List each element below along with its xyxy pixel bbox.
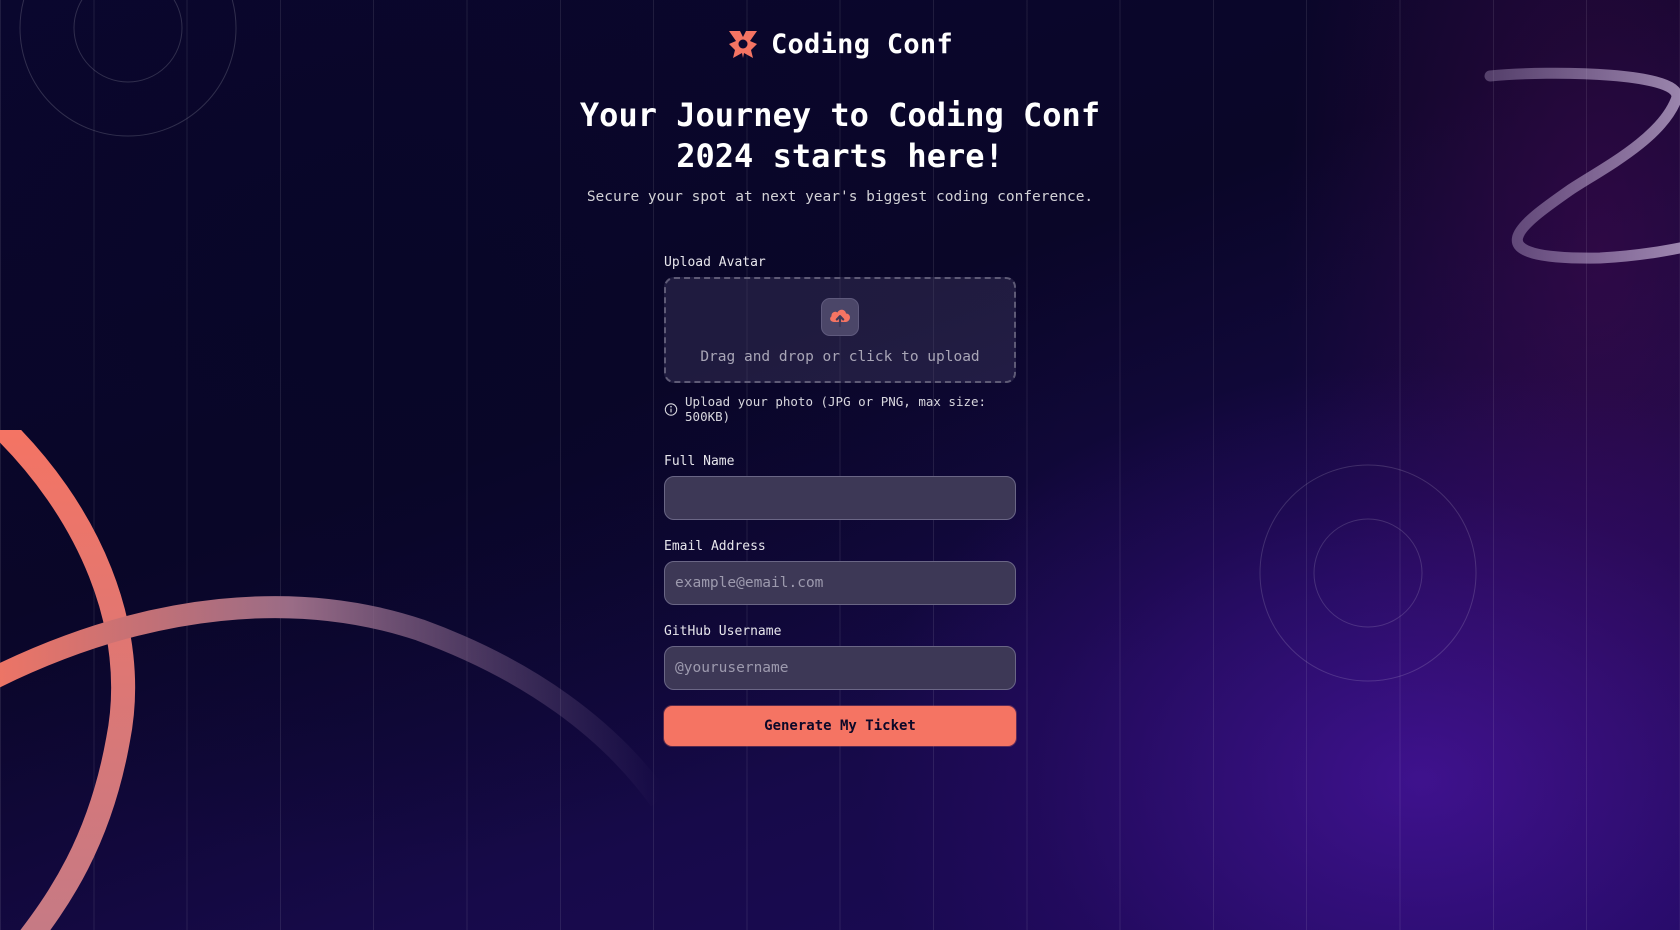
page-title: Your Journey to Coding Conf 2024 starts …: [0, 95, 1680, 177]
avatar-hint: Upload your photo (JPG or PNG, max size:…: [664, 394, 1016, 424]
github-field: GitHub Username: [664, 624, 1016, 690]
generate-ticket-button[interactable]: Generate My Ticket: [664, 706, 1016, 746]
dropzone-text: Drag and drop or click to upload: [700, 348, 980, 365]
github-username-input[interactable]: [664, 646, 1016, 690]
email-field: Email Address: [664, 539, 1016, 605]
avatar-dropzone[interactable]: Drag and drop or click to upload: [664, 277, 1016, 383]
page-title-line-2: 2024 starts here!: [676, 137, 1004, 175]
email-input[interactable]: [664, 561, 1016, 605]
github-label: GitHub Username: [664, 624, 782, 639]
avatar-field: Upload Avatar Drag and drop or click to …: [664, 255, 1016, 424]
full-name-label: Full Name: [664, 454, 735, 469]
email-label: Email Address: [664, 539, 766, 554]
full-name-field: Full Name: [664, 454, 1016, 520]
full-name-input[interactable]: [664, 476, 1016, 520]
brand-name: Coding Conf: [770, 28, 954, 60]
page-title-line-1: Your Journey to Coding Conf: [579, 96, 1101, 134]
ticket-form: Upload Avatar Drag and drop or click to …: [664, 255, 1016, 746]
decorative-circles-right: [1259, 464, 1477, 682]
avatar-hint-text: Upload your photo (JPG or PNG, max size:…: [685, 394, 987, 424]
decorative-arcs-bottom-left: [0, 430, 669, 930]
page-subtitle: Secure your spot at next year's biggest …: [586, 189, 1094, 205]
cloud-upload-icon[interactable]: [821, 297, 859, 336]
logo-mark-icon: [728, 31, 757, 58]
avatar-label: Upload Avatar: [664, 255, 766, 270]
site-header: Coding Conf: [0, 28, 1680, 60]
info-icon: [664, 402, 678, 416]
